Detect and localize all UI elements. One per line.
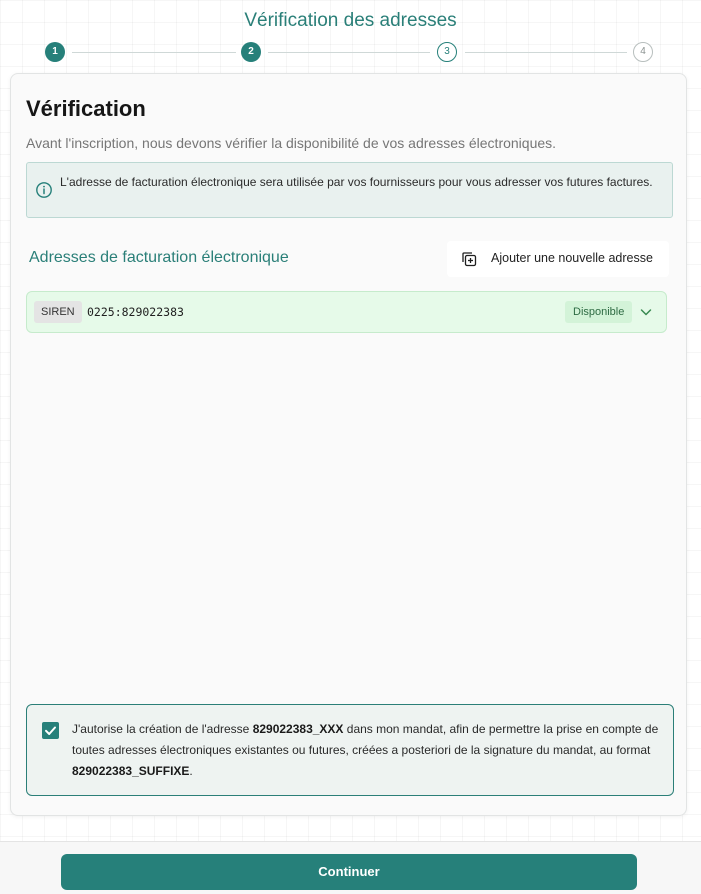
add-address-label: Ajouter une nouvelle adresse [491, 251, 653, 265]
consent-address-pattern: 829022383_XXX [252, 722, 344, 736]
stepper-connector [72, 52, 236, 53]
step-2: 2 [241, 42, 261, 62]
step-3: 3 [437, 42, 457, 62]
info-icon [36, 182, 52, 198]
page-title: Vérification des adresses [244, 10, 457, 31]
step-1: 1 [45, 42, 65, 62]
address-value: 0225:829022383 [87, 305, 184, 319]
consent-checkbox[interactable] [42, 722, 59, 739]
stepper-connector [268, 52, 430, 53]
consent-text-part: J'autorise la création de l'adresse [72, 722, 253, 736]
info-banner: L'adresse de facturation électronique se… [26, 162, 673, 218]
consent-box: J'autorise la création de l'adresse 8290… [26, 704, 674, 796]
footer-bar: Continuer [0, 841, 701, 894]
consent-format-pattern: 829022383_SUFFIXE [72, 764, 190, 778]
card-description: Avant l'inscription, nous devons vérifie… [26, 135, 557, 151]
consent-text: J'autorise la création de l'adresse 8290… [72, 719, 667, 782]
step-4: 4 [633, 42, 653, 62]
status-badge: Disponible [565, 301, 633, 323]
chevron-down-icon[interactable] [639, 305, 653, 319]
section-title: Adresses de facturation électronique [29, 249, 289, 266]
stepper: 1 2 3 4 [0, 41, 701, 65]
stepper-connector [465, 52, 627, 53]
add-address-button[interactable]: Ajouter une nouvelle adresse [447, 241, 669, 277]
info-text: L'adresse de facturation électronique se… [60, 175, 653, 189]
verification-card: Vérification Avant l'inscription, nous d… [10, 73, 687, 816]
checkmark-icon [45, 726, 56, 735]
continue-button[interactable]: Continuer [61, 854, 637, 890]
consent-text-part: . [189, 764, 193, 778]
address-type-badge: SIREN [34, 301, 82, 323]
card-title: Vérification [26, 96, 146, 121]
address-row[interactable]: SIREN 0225:829022383 Disponible [26, 291, 667, 333]
add-copy-icon [462, 252, 477, 267]
